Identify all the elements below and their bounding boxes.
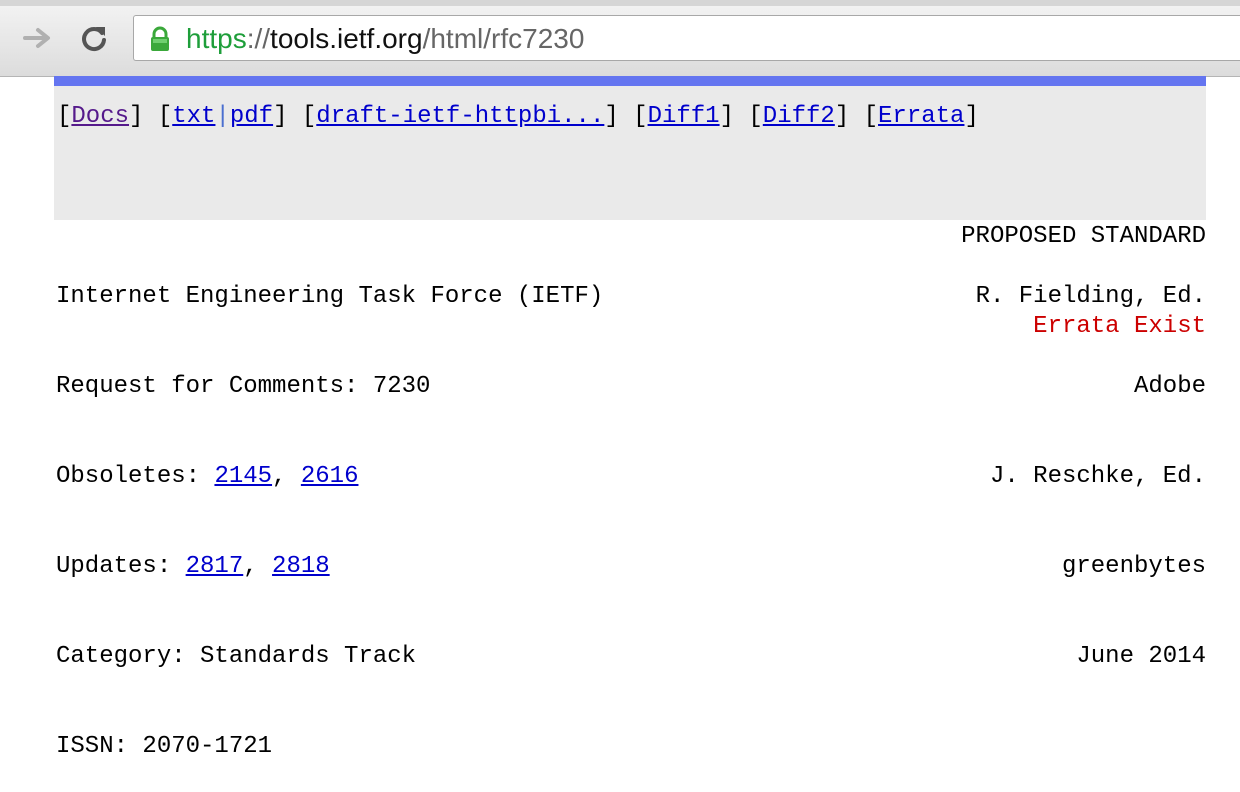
bracket: ] (604, 103, 619, 130)
rfc-metadata-left: Internet Engineering Task Force (IETF) R… (56, 222, 603, 792)
comma: , (272, 463, 301, 490)
comma: , (243, 553, 273, 580)
bracket: ] (129, 103, 144, 130)
url-path: /html/rfc7230 (422, 23, 585, 54)
obsoletes-row: Obsoletes: 2145, 2616 (56, 462, 603, 492)
accent-bar (54, 76, 1206, 86)
forward-button[interactable] (20, 20, 56, 56)
url-text: https://tools.ietf.org/html/rfc7230 (186, 23, 584, 55)
arrow-right-icon (23, 28, 50, 48)
txt-link[interactable]: txt (172, 103, 215, 130)
obsoletes-link[interactable]: 2145 (214, 463, 272, 490)
category: Category: Standards Track (56, 643, 417, 670)
bracket: [ (863, 103, 879, 130)
updates-row: Updates: 2817, 2818 (56, 552, 603, 582)
errata-link[interactable]: Errata (878, 103, 964, 130)
bracket: ] (719, 103, 734, 130)
author-1: R. Fielding, Ed. (975, 283, 1206, 310)
organization: Internet Engineering Task Force (IETF) (56, 283, 604, 310)
affiliation-1: Adobe (1133, 373, 1206, 400)
bracket: [ (57, 103, 72, 130)
link-separator: | (215, 103, 230, 130)
rfc-number: Request for Comments: 7230 (56, 373, 431, 400)
reload-icon (82, 27, 106, 52)
updates-link[interactable]: 2817 (186, 553, 244, 580)
bracket: [ (633, 103, 648, 130)
bracket: [ (748, 103, 763, 130)
bracket: [ (157, 103, 173, 130)
issn: ISSN: 2070-1721 (56, 733, 273, 760)
doc-nav-links: [Docs] [txt|pdf] [draft-ietf-httpbi...] … (57, 102, 979, 132)
affiliation-2: greenbytes (1061, 553, 1206, 580)
publication-date: June 2014 (1076, 643, 1206, 670)
bracket: [ (301, 103, 317, 130)
updates-link[interactable]: 2818 (272, 553, 330, 580)
url-scheme: https (186, 23, 247, 54)
url-host: tools.ietf.org (270, 23, 423, 54)
bracket: ] (273, 103, 288, 130)
diff1-link[interactable]: Diff1 (648, 103, 720, 130)
bracket: ] (834, 103, 850, 130)
bracket: ] (964, 103, 979, 130)
draft-link[interactable]: draft-ietf-httpbi... (316, 103, 604, 130)
obsoletes-label: Obsoletes: (56, 463, 215, 490)
docs-link[interactable]: Docs (71, 103, 129, 130)
address-bar[interactable]: https://tools.ietf.org/html/rfc7230 (133, 15, 1240, 61)
updates-label: Updates: (56, 553, 186, 580)
tab-strip (0, 0, 1240, 6)
pdf-link[interactable]: pdf (230, 103, 273, 130)
url-separator: :// (246, 23, 271, 54)
obsoletes-link[interactable]: 2616 (301, 463, 359, 490)
diff2-link[interactable]: Diff2 (763, 103, 835, 130)
browser-toolbar: https://tools.ietf.org/html/rfc7230 (0, 0, 1240, 77)
author-2: J. Reschke, Ed. (989, 463, 1206, 490)
rfc-metadata-right: R. Fielding, Ed. Adobe J. Reschke, Ed. g… (976, 222, 1206, 702)
lock-icon (151, 26, 169, 51)
reload-button[interactable] (76, 20, 112, 56)
